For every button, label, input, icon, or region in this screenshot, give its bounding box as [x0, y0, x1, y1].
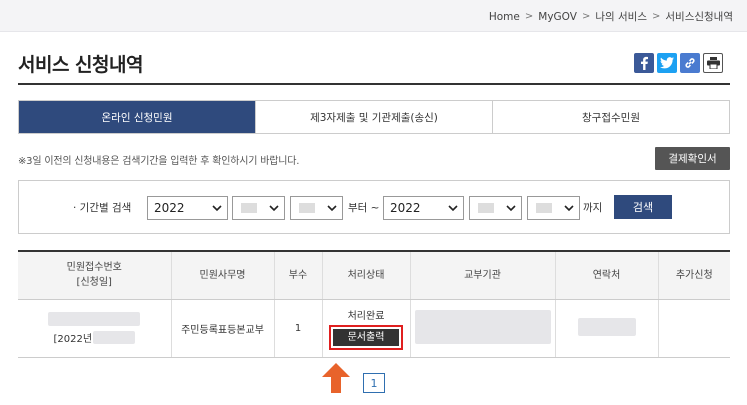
- breadcrumb: Home > MyGOV > 나의 서비스 > 서비스신청내역: [489, 9, 733, 24]
- print-icon[interactable]: [703, 53, 723, 73]
- from-suffix: 부터 ~: [348, 202, 380, 214]
- from-year-select[interactable]: 2022: [147, 196, 228, 220]
- chevron-down-icon: [448, 205, 458, 212]
- redacted-receipt-number: [48, 311, 141, 326]
- breadcrumb-my-service[interactable]: 나의 서비스: [595, 9, 647, 24]
- print-document-button[interactable]: 문서출력: [333, 328, 399, 346]
- cell-copies: 1: [274, 299, 323, 358]
- pagination-page-1[interactable]: 1: [363, 373, 385, 393]
- tab-online-application[interactable]: 온라인 신청민원: [19, 101, 256, 133]
- header-application-date-label: [신청일]: [76, 277, 112, 289]
- header-receipt-number-label: 민원접수번호: [66, 262, 122, 274]
- header-contact: 연락처: [555, 251, 659, 300]
- chevron-down-icon: [564, 205, 574, 212]
- highlight-box: 문서출력: [329, 324, 403, 350]
- title-divider: [18, 83, 730, 85]
- header-copies: 부수: [274, 251, 323, 300]
- redacted-agency: [414, 309, 551, 344]
- notice-text: ※3일 이전의 신청내용은 검색기간을 입력한 후 확인하시기 바랍니다.: [18, 156, 300, 167]
- cell-contact: [555, 299, 659, 358]
- search-button[interactable]: 검색: [614, 195, 672, 219]
- period-search-box: · 기간별 검색 2022 부터 ~ 2022 까지 검색: [18, 180, 730, 234]
- to-year-value: 2022: [390, 201, 421, 215]
- search-label: · 기간별 검색: [73, 202, 132, 214]
- redacted-value: [299, 203, 315, 213]
- header-status: 처리상태: [322, 251, 411, 300]
- status-text: 처리완료: [347, 310, 385, 322]
- share-toolbar: [634, 53, 723, 73]
- from-month-select[interactable]: [232, 196, 285, 220]
- chevron-down-icon: [212, 205, 222, 212]
- redacted-contact: [577, 317, 636, 336]
- to-suffix: 까지: [583, 202, 603, 214]
- to-month-select[interactable]: [469, 196, 522, 220]
- cell-receipt-number: [2022년: [18, 299, 172, 358]
- cell-agency: [410, 299, 556, 358]
- from-day-select[interactable]: [290, 196, 343, 220]
- breadcrumb-home[interactable]: Home: [489, 11, 520, 23]
- redacted-value: [536, 203, 552, 213]
- facebook-icon[interactable]: [634, 53, 654, 73]
- table-header-row: 민원접수번호 [신청일] 민원사무명 부수 처리상태 교부기관 연락처 추가신청: [18, 251, 730, 300]
- redacted-value: [241, 203, 257, 213]
- breadcrumb-separator: >: [581, 11, 591, 22]
- top-bar: Home > MyGOV > 나의 서비스 > 서비스신청내역: [0, 0, 747, 32]
- breadcrumb-separator: >: [651, 11, 661, 22]
- breadcrumb-separator: >: [524, 11, 534, 22]
- chevron-down-icon: [269, 205, 279, 212]
- tab-third-party-submission[interactable]: 제3자제출 및 기관제출(송신): [256, 101, 493, 133]
- table-row: [2022년 주민등록표등본교부 1 처리완료 문서출력: [18, 299, 730, 358]
- cell-additional-request: [658, 299, 730, 358]
- page-title: 서비스 신청내역: [18, 54, 143, 76]
- header-additional-request: 추가신청: [658, 251, 730, 300]
- application-table: 민원접수번호 [신청일] 민원사무명 부수 처리상태 교부기관 연락처 추가신청…: [18, 250, 730, 358]
- tab-counter-application[interactable]: 창구접수민원: [493, 101, 729, 133]
- header-service-name: 민원사무명: [171, 251, 275, 300]
- chevron-down-icon: [506, 205, 516, 212]
- application-date-prefix: [2022년: [53, 333, 93, 345]
- tab-bar: 온라인 신청민원 제3자제출 및 기관제출(송신) 창구접수민원: [18, 100, 730, 134]
- cell-service-name: 주민등록표등본교부: [171, 299, 275, 358]
- arrow-up-icon: [322, 363, 350, 393]
- link-icon[interactable]: [680, 53, 700, 73]
- chevron-down-icon: [327, 205, 337, 212]
- payment-receipt-button[interactable]: 결제확인서: [655, 147, 730, 170]
- twitter-icon[interactable]: [657, 53, 677, 73]
- to-year-select[interactable]: 2022: [383, 196, 464, 220]
- from-year-value: 2022: [154, 201, 185, 215]
- redacted-value: [478, 203, 494, 213]
- breadcrumb-current: 서비스신청내역: [665, 11, 733, 23]
- breadcrumb-mygov[interactable]: MyGOV: [538, 11, 577, 23]
- redacted-date: [93, 330, 136, 344]
- header-receipt-number: 민원접수번호 [신청일]: [18, 251, 172, 300]
- header-agency: 교부기관: [410, 251, 556, 300]
- cell-status: 처리완료 문서출력: [322, 299, 411, 358]
- to-day-select[interactable]: [527, 196, 580, 220]
